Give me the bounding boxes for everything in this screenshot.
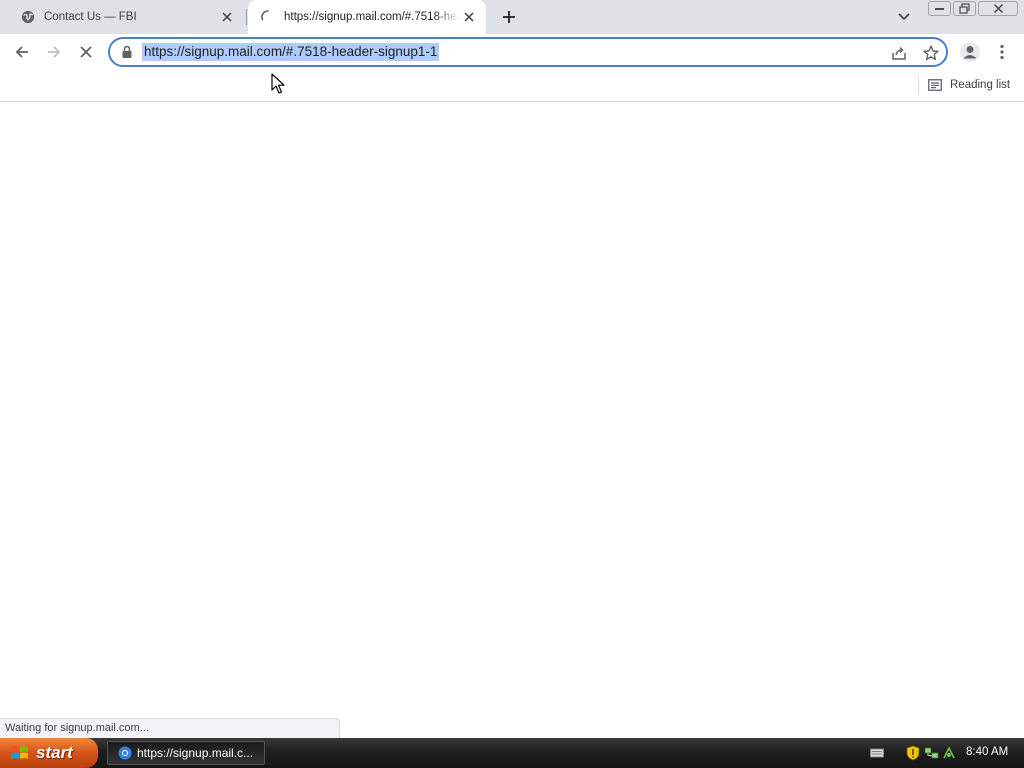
clock[interactable]: 8:40 AM — [966, 746, 1008, 758]
page-content: Waiting for signup.mail.com... — [0, 103, 1024, 738]
reading-list-icon — [928, 79, 942, 91]
mouse-cursor-icon — [271, 73, 285, 94]
tab-strip: Contact Us — FBI https://signup.mail.com… — [0, 0, 1024, 34]
bookmarks-divider — [918, 76, 919, 94]
bookmarks-bar: Reading list — [0, 70, 1024, 102]
keyboard-icon[interactable] — [870, 746, 884, 760]
minimize-window-button[interactable] — [928, 1, 951, 16]
browser-toolbar: https://signup.mail.com/#.7518-header-si… — [0, 34, 1024, 70]
chevron-down-icon — [898, 13, 910, 21]
plus-icon — [503, 11, 515, 23]
system-tray: 8:40 AM — [862, 738, 1024, 768]
url-text[interactable]: https://signup.mail.com/#.7518-header-si… — [142, 43, 440, 61]
tab-title: https://signup.mail.com/#.7518-header-si… — [284, 11, 460, 23]
more-vert-icon — [1000, 44, 1004, 60]
share-icon[interactable] — [890, 44, 908, 62]
tab-title: Contact Us — FBI — [44, 11, 137, 23]
tab-contact-fbi[interactable]: Contact Us — FBI — [8, 0, 244, 34]
network-icon[interactable] — [924, 746, 940, 760]
lock-icon[interactable] — [121, 45, 135, 59]
reading-list-button[interactable]: Reading list — [928, 74, 1010, 96]
restore-icon — [959, 3, 970, 14]
status-bubble: Waiting for signup.mail.com... — [0, 718, 340, 738]
tab-divider — [246, 9, 247, 25]
back-button[interactable] — [9, 39, 35, 65]
tab-search-button[interactable] — [894, 8, 914, 26]
tab-signup-mail[interactable]: https://signup.mail.com/#.7518-header-si… — [248, 0, 486, 34]
avatar-icon — [960, 42, 980, 62]
bookmark-star-icon[interactable] — [922, 44, 940, 62]
taskbar-item-label: https://signup.mail.c... — [137, 746, 254, 760]
menu-button[interactable] — [989, 39, 1015, 65]
stop-icon — [80, 46, 92, 58]
arrow-left-icon — [15, 46, 28, 58]
minimize-icon — [935, 7, 944, 10]
forward-button[interactable] — [41, 39, 67, 65]
globe-icon — [20, 9, 36, 25]
new-tab-button[interactable] — [498, 6, 520, 28]
reading-list-label: Reading list — [950, 79, 1011, 91]
close-icon — [993, 3, 1003, 14]
taskbar: start https://signup.mail.c... 8:40 AM — [0, 738, 1024, 768]
windows-logo-icon — [11, 746, 28, 759]
security-shield-icon[interactable] — [906, 745, 920, 761]
profile-button[interactable] — [957, 39, 983, 65]
restore-window-button[interactable] — [953, 1, 976, 16]
arrow-right-icon — [48, 46, 61, 58]
start-label: start — [36, 743, 73, 762]
loading-spinner-icon — [260, 9, 276, 25]
start-button[interactable]: start — [0, 738, 98, 768]
stop-loading-button[interactable] — [73, 39, 99, 65]
close-tab-icon[interactable] — [460, 8, 478, 26]
close-tab-icon[interactable] — [218, 8, 236, 26]
chrome-icon — [118, 746, 132, 760]
taskbar-chrome-item[interactable]: https://signup.mail.c... — [107, 741, 265, 765]
address-bar[interactable]: https://signup.mail.com/#.7518-header-si… — [108, 37, 948, 67]
connection-status-icon[interactable] — [942, 746, 956, 760]
close-window-button[interactable] — [978, 1, 1018, 16]
